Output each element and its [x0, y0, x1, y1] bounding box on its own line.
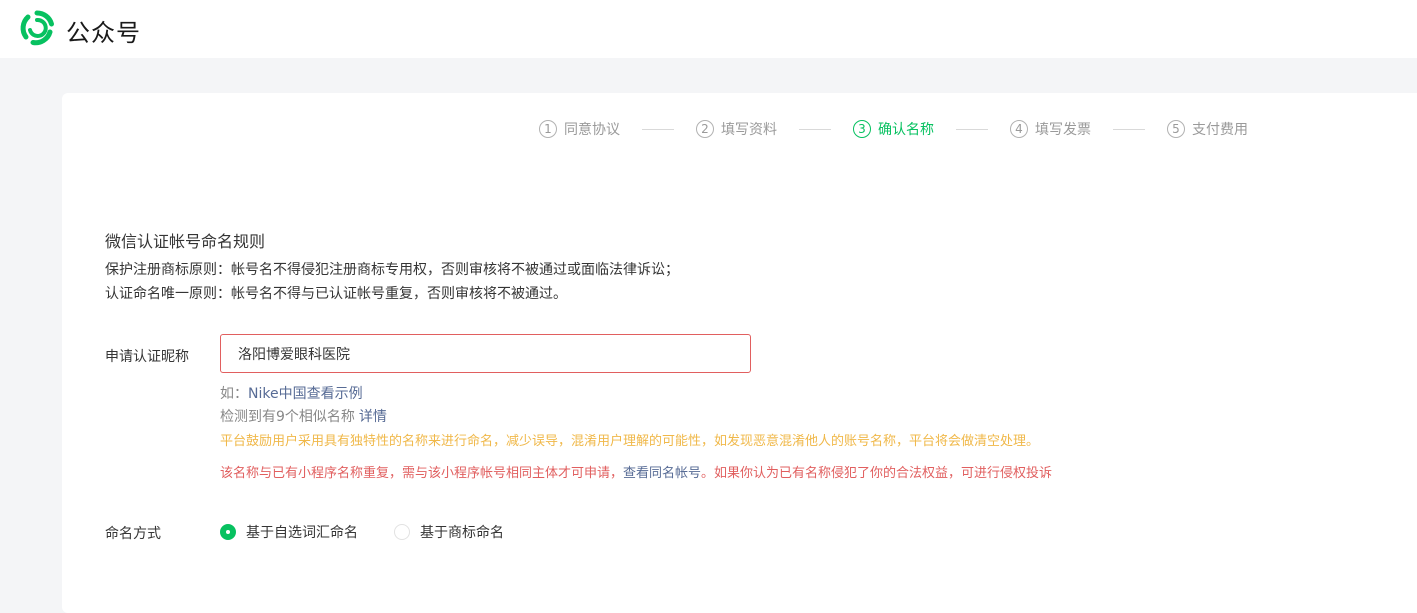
step-number: 4: [1010, 120, 1028, 138]
naming-warning-text: 平台鼓励用户采用具有独特性的名称来进行命名，减少误导，混淆用户理解的可能性，如发…: [220, 434, 1040, 449]
step-label: 支付费用: [1192, 122, 1248, 138]
naming-method-label: 命名方式: [105, 526, 161, 542]
step-number: 5: [1167, 120, 1185, 138]
radio-button-checked[interactable]: [220, 524, 236, 540]
example-hint: 如：Nike中国查看示例: [220, 383, 363, 403]
step-divider: [799, 128, 831, 130]
wechat-official-account-logo-icon[interactable]: [19, 10, 55, 46]
similar-details-link[interactable]: 详情: [359, 409, 387, 425]
error-text-part2: 。如果你认为已有名称侵犯了你的合法权益，可进行: [701, 466, 1001, 481]
step-label: 确认名称: [878, 122, 934, 138]
step-number: 2: [696, 120, 714, 138]
top-bar: 公众号: [0, 0, 1417, 58]
step-label: 同意协议: [564, 122, 620, 138]
radio-option-trademark[interactable]: 基于商标命名: [394, 522, 504, 542]
view-same-name-accounts-link[interactable]: 查看同名帐号: [623, 466, 701, 481]
error-text-part1: 该名称与已有小程序名称重复，需与该小程序帐号相同主体才可申请，: [220, 466, 624, 481]
step-fill-info: 2 填写资料: [696, 119, 777, 139]
similar-names-hint: 检测到有9个相似名称 详情: [220, 406, 387, 426]
radio-button-unchecked[interactable]: [394, 524, 410, 540]
similar-names-text: 检测到有9个相似名称: [220, 409, 355, 425]
step-number: 3: [853, 120, 871, 138]
uniqueness-rule-text: 认证命名唯一原则：帐号名不得与已认证帐号重复，否则审核将不被通过。: [105, 286, 567, 302]
step-number: 1: [539, 120, 557, 138]
step-label: 填写资料: [721, 122, 777, 138]
radio-label: 基于自选词汇命名: [246, 525, 358, 541]
step-confirm-name: 3 确认名称: [853, 119, 934, 139]
step-pay-fee: 5 支付费用: [1167, 119, 1248, 139]
infringement-complaint-link[interactable]: 侵权投诉: [1000, 466, 1052, 481]
step-divider: [642, 128, 674, 130]
radio-option-custom-words[interactable]: 基于自选词汇命名: [220, 522, 358, 542]
step-fill-invoice: 4 填写发票: [1010, 119, 1091, 139]
trademark-rule-text: 保护注册商标原则：帐号名不得侵犯注册商标专用权，否则审核将不被通过或面临法律诉讼…: [105, 262, 679, 278]
step-label: 填写发票: [1035, 122, 1091, 138]
view-example-link[interactable]: Nike中国查看示例: [248, 386, 363, 402]
progress-steps: 1 同意协议 2 填写资料 3 确认名称 4 填写发票 5 支付费用: [539, 118, 1248, 140]
example-prefix: 如：: [220, 386, 248, 402]
brand-title: 公众号: [66, 19, 141, 47]
step-agree-protocol: 1 同意协议: [539, 119, 620, 139]
naming-rules-title: 微信认证帐号命名规则: [105, 232, 266, 251]
nickname-label: 申请认证昵称: [105, 349, 189, 365]
step-divider: [956, 128, 988, 130]
duplicate-name-error: 该名称与已有小程序名称重复，需与该小程序帐号相同主体才可申请，查看同名帐号。如果…: [220, 462, 1052, 481]
step-divider: [1113, 128, 1145, 130]
radio-label: 基于商标命名: [420, 525, 504, 541]
naming-method-radio-group: 基于自选词汇命名 基于商标命名: [220, 522, 540, 542]
nickname-input[interactable]: [220, 334, 751, 373]
